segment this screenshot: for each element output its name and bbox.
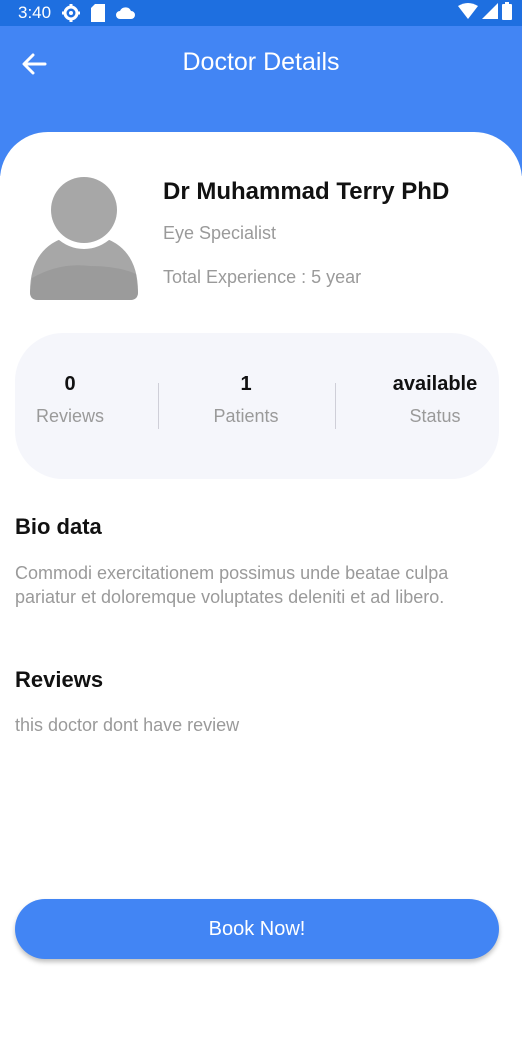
stat-value: available	[392, 373, 478, 395]
reviews-title: Reviews	[15, 667, 104, 692]
stat-label: Reviews	[35, 406, 105, 426]
book-now-label: Book Now!	[208, 917, 306, 940]
stat-divider	[335, 383, 336, 429]
status-time: 3:40	[18, 3, 52, 22]
stat-status: available Status	[380, 373, 490, 427]
battery-icon	[502, 1, 512, 25]
stat-label: Status	[409, 406, 461, 426]
person-placeholder-icon	[30, 171, 138, 300]
doctor-specialty: Eye Specialist	[163, 223, 277, 243]
stat-patients: 1 Patients	[195, 373, 297, 427]
cloud-icon	[115, 5, 137, 21]
status-bar: 3:40	[0, 0, 522, 26]
stat-value: 0	[64, 373, 76, 395]
signal-icon	[482, 2, 498, 24]
stat-value: 1	[240, 373, 252, 395]
book-now-button[interactable]: Book Now!	[15, 899, 499, 959]
sd-card-icon	[91, 4, 106, 22]
settings-icon	[61, 3, 81, 23]
doctor-experience: Total Experience : 5 year	[163, 267, 362, 287]
stat-divider	[158, 383, 159, 429]
bio-title: Bio data	[15, 514, 102, 539]
stats-panel: 0 Reviews 1 Patients available Status	[15, 333, 499, 479]
stat-label: Patients	[213, 406, 279, 426]
doctor-name: Dr Muhammad Terry PhD	[163, 178, 450, 205]
wifi-icon	[458, 2, 478, 24]
bio-text: Commodi exercitationem possimus unde bea…	[15, 563, 449, 607]
stat-reviews: 0 Reviews	[25, 373, 115, 427]
reviews-empty-text: this doctor dont have review	[15, 715, 240, 735]
page-title: Doctor Details	[182, 48, 340, 76]
